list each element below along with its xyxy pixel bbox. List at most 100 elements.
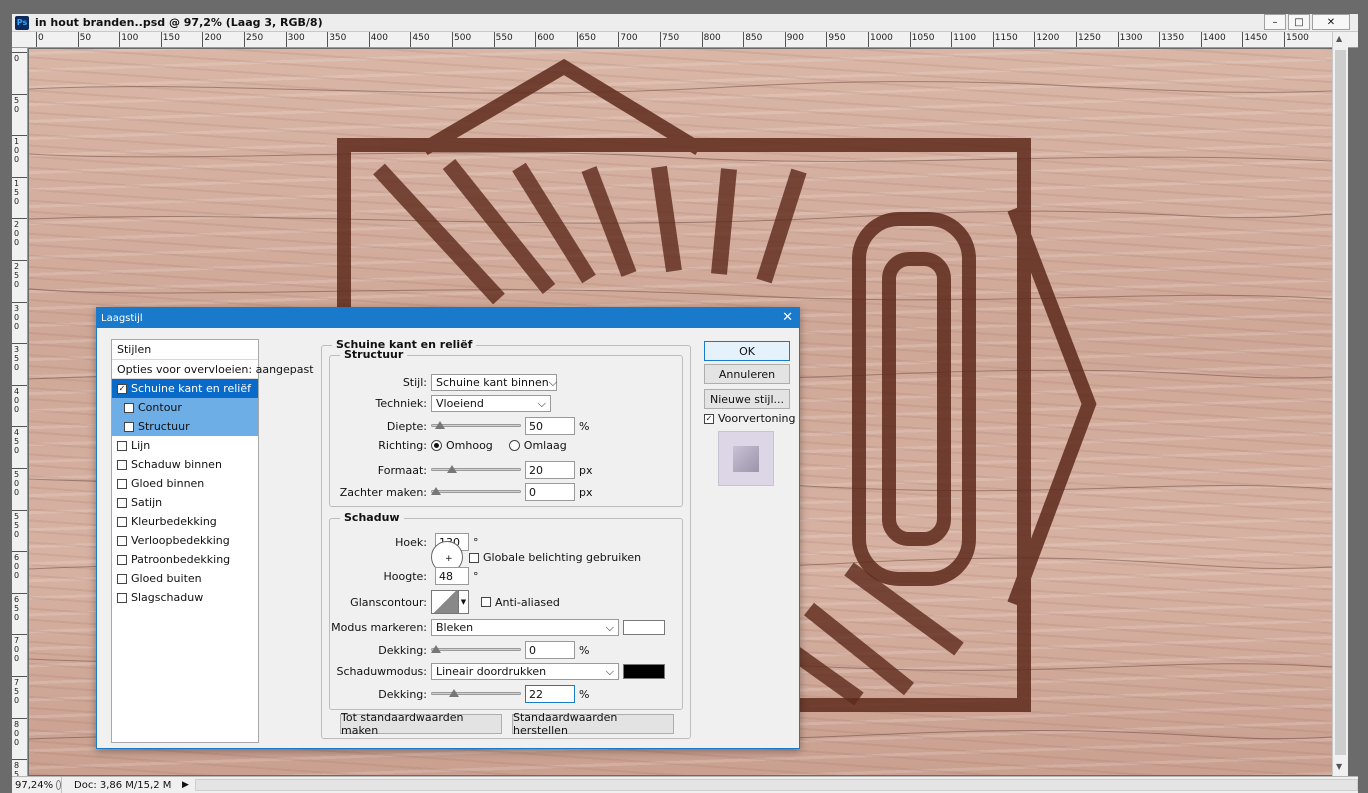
style-select[interactable]: Schuine kant binnen ⌵ (431, 374, 557, 391)
ruler-label: 600 (537, 33, 555, 43)
style-checkbox[interactable] (117, 497, 127, 508)
antialias-label[interactable]: Anti-aliased (495, 596, 560, 609)
ruler-tick (992, 32, 994, 47)
ruler-label: 150 (162, 33, 180, 43)
soften-slider[interactable] (431, 487, 521, 497)
horizontal-ruler[interactable]: 0 50 100 150 200 250 300 350 400 450 500 550 600 650 7… (12, 32, 1358, 48)
altitude-input[interactable]: 48 (435, 567, 469, 585)
dialog-close-icon[interactable]: ✕ (782, 310, 793, 325)
zoom-field[interactable]: 97,24% (12, 777, 62, 793)
style-item[interactable]: Satijn (112, 493, 258, 512)
minimize-button[interactable]: – (1264, 14, 1286, 30)
style-checkbox[interactable] (117, 554, 127, 565)
scroll-down-icon[interactable]: ▼ (1336, 762, 1342, 771)
shadow-opacity-input[interactable]: 22 (525, 685, 575, 703)
reset-default-button[interactable]: Standaardwaarden herstellen (512, 711, 674, 737)
status-menu-arrow-icon[interactable]: ▶ (182, 780, 189, 790)
ruler-tick (743, 32, 745, 47)
direction-up-radio[interactable] (431, 440, 442, 451)
close-window-button[interactable]: ✕ (1312, 14, 1350, 30)
chevron-down-icon: ⌵ (548, 375, 558, 389)
preview-label[interactable]: Voorvertoning (718, 412, 795, 425)
style-item[interactable]: Slagschaduw (112, 588, 258, 607)
cancel-button[interactable]: Annuleren (704, 364, 790, 384)
ruler-tick (1076, 32, 1077, 47)
style-checkbox[interactable] (117, 459, 127, 470)
style-checkbox[interactable] (124, 421, 134, 432)
style-item[interactable]: Contour (112, 398, 258, 417)
technique-select[interactable]: Vloeiend ⌵ (431, 395, 551, 412)
ruler-tick (368, 32, 370, 47)
ruler-label: 900 (786, 33, 804, 43)
make-default-button[interactable]: Tot standaardwaarden maken (340, 711, 502, 737)
direction-down-radio[interactable] (508, 440, 520, 451)
ruler-tick (12, 551, 27, 553)
chevron-down-icon: ⌵ (605, 620, 614, 634)
new-style-button[interactable]: Nieuwe stijl... (704, 389, 790, 409)
document-titlebar[interactable]: Ps in hout branden..psd @ 97,2% (Laag 3,… (12, 14, 1358, 32)
highlight-mode-value: Bleken (436, 621, 474, 634)
ruler-tick (12, 426, 27, 428)
highlight-opacity-slider[interactable] (431, 645, 521, 655)
style-item[interactable]: Patroonbedekking (112, 550, 258, 569)
style-item[interactable]: Gloed buiten (112, 569, 258, 588)
direction-down-label[interactable]: Omlaag (524, 439, 567, 452)
vertical-scrollbar[interactable]: ▲ ▼ (1332, 32, 1348, 776)
style-checkbox[interactable] (117, 440, 127, 451)
style-checkbox[interactable] (117, 573, 127, 584)
depth-label: Diepte: (386, 419, 427, 433)
style-item[interactable]: Schaduw binnen (112, 455, 258, 474)
ruler-label: 0 (14, 54, 20, 63)
size-input[interactable]: 20 (525, 461, 575, 479)
ruler-tick (12, 759, 27, 761)
style-item[interactable]: ✓ Schuine kant en reliëf (112, 379, 258, 398)
style-item-label: Gloed binnen (131, 477, 205, 490)
global-light-checkbox[interactable] (469, 552, 479, 563)
shadow-opacity-slider[interactable] (431, 689, 521, 699)
styles-header[interactable]: Stijlen (112, 340, 258, 360)
ruler-tick (868, 32, 869, 47)
style-item[interactable]: Verloopbedekking (112, 531, 258, 550)
preview-checkbox[interactable]: ✓ (704, 413, 714, 424)
highlight-mode-select[interactable]: Bleken ⌵ (431, 619, 619, 636)
direction-up-label[interactable]: Omhoog (446, 439, 493, 452)
chevron-down-icon: ⌵ (605, 664, 614, 678)
scrollbar-thumb[interactable] (1335, 50, 1346, 755)
style-checkbox[interactable] (117, 535, 127, 546)
global-light-label[interactable]: Globale belichting gebruiken (483, 551, 641, 564)
size-slider[interactable] (431, 465, 521, 475)
shadow-color-swatch[interactable] (623, 664, 665, 679)
vertical-ruler[interactable]: 0 50 100 150 200 250 300 350 400 450 500 550 600 650 7… (12, 48, 28, 776)
maximize-button[interactable]: □ (1288, 14, 1310, 30)
horizontal-scrollbar[interactable] (194, 779, 1358, 791)
style-checkbox[interactable] (117, 592, 127, 603)
style-item[interactable]: Lijn (112, 436, 258, 455)
style-checkbox[interactable] (117, 516, 127, 527)
style-item[interactable]: Gloed binnen (112, 474, 258, 493)
gloss-contour-picker[interactable]: ▼ (431, 590, 469, 614)
zoom-level[interactable]: 97,24% (15, 780, 53, 791)
depth-input[interactable]: 50 (525, 417, 575, 435)
shadow-mode-select[interactable]: Lineair doordrukken ⌵ (431, 663, 619, 680)
style-checkbox[interactable] (117, 478, 127, 489)
direction-row: Richting: Omhoog Omlaag (363, 439, 567, 452)
depth-slider[interactable] (431, 421, 521, 431)
blend-options-item[interactable]: Opties voor overvloeien: aangepast (112, 360, 314, 379)
ok-button[interactable]: OK (704, 341, 790, 361)
ruler-label: 350 (329, 33, 347, 43)
style-item[interactable]: Structuur (112, 417, 258, 436)
style-checkbox[interactable]: ✓ (117, 383, 127, 394)
highlight-color-swatch[interactable] (623, 620, 665, 635)
highlight-opacity-input[interactable]: 0 (525, 641, 575, 659)
ruler-label: 1000 (870, 33, 893, 43)
scroll-up-icon[interactable]: ▲ (1336, 34, 1342, 43)
style-item[interactable]: Kleurbedekking (112, 512, 258, 531)
style-checkbox[interactable] (124, 402, 134, 413)
ruler-label: 1500 (1286, 33, 1309, 43)
antialias-checkbox[interactable] (481, 597, 491, 607)
doc-size-info[interactable]: Doc: 3,86 M/15,2 M (62, 780, 172, 791)
dialog-titlebar[interactable]: Laagstijl ✕ (97, 308, 799, 328)
ruler-tick (535, 32, 537, 47)
soften-input[interactable]: 0 (525, 483, 575, 501)
ruler-tick (12, 468, 27, 469)
